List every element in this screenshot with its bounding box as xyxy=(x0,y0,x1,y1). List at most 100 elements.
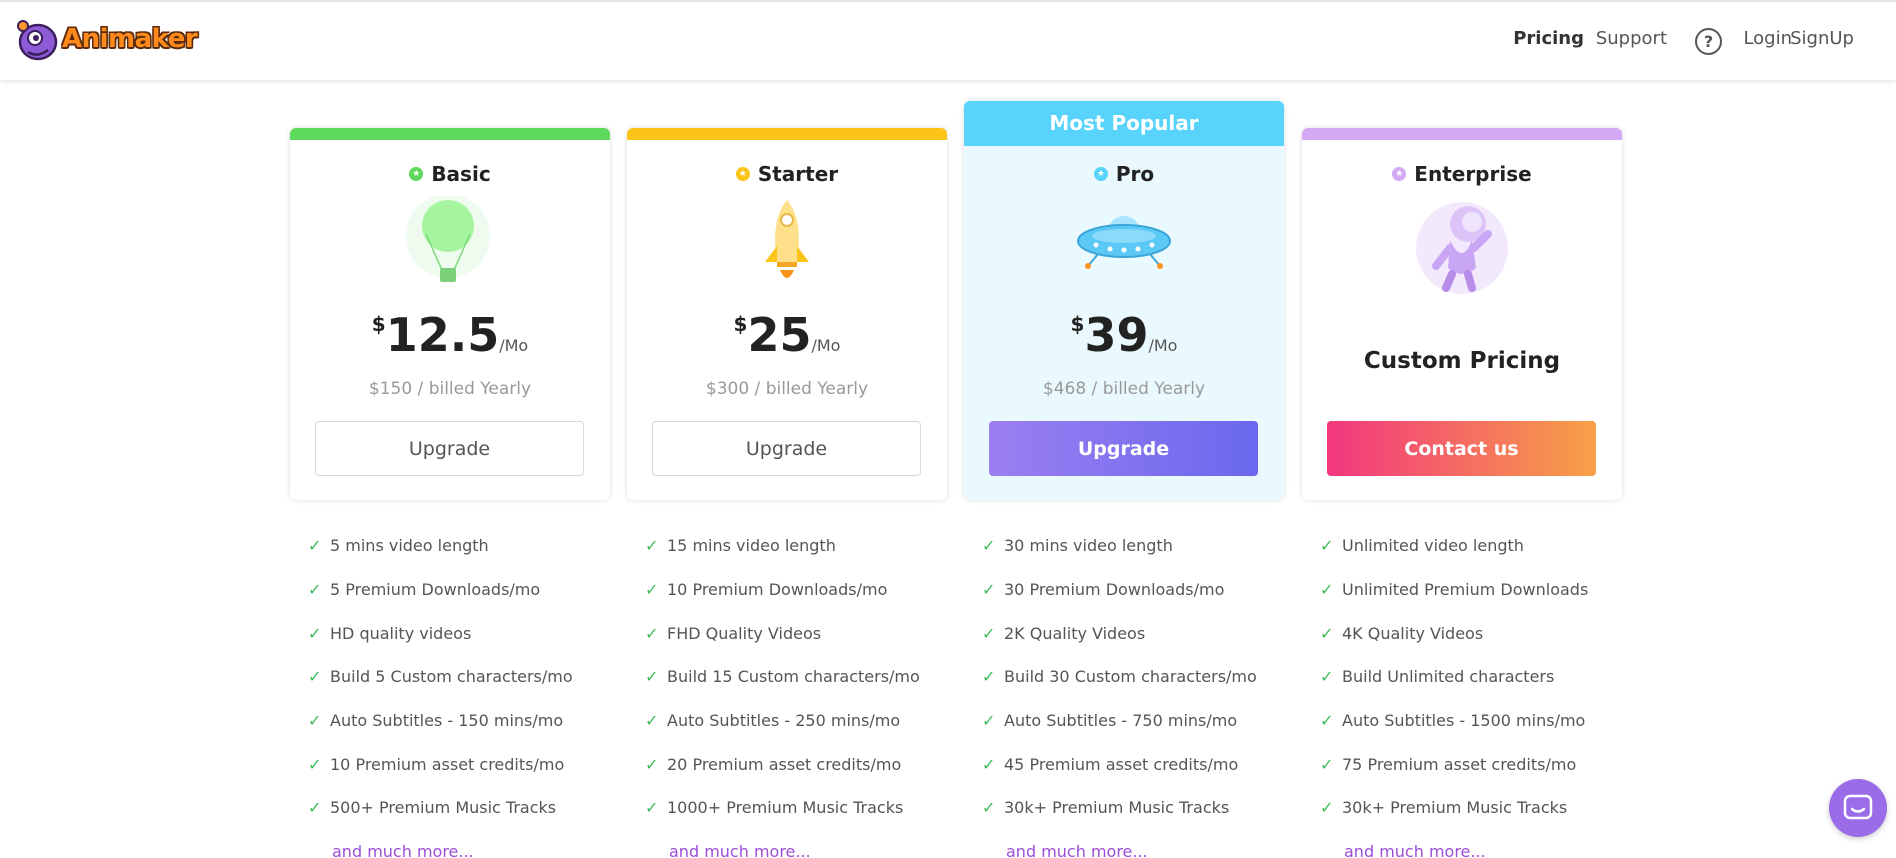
list-item: ✓ Build 15 Custom characters/mo xyxy=(627,655,947,699)
feature-text: 4K Quality Videos xyxy=(1342,623,1484,643)
feature-text: HD quality videos xyxy=(330,623,472,643)
plan-name: Pro xyxy=(1115,162,1155,186)
feature-text: Build 5 Custom characters/mo xyxy=(330,667,573,687)
and-much-more-link[interactable]: and much more... xyxy=(627,830,947,858)
feature-text: 10 Premium asset credits/mo xyxy=(330,754,565,774)
feature-text: Auto Subtitles - 1500 mins/mo xyxy=(1342,711,1586,731)
plan-title: ★ Pro xyxy=(964,162,1284,186)
feature-list-starter: ✓ 15 mins video length ✓ 10 Premium Downlo… xyxy=(627,524,947,858)
upgrade-button[interactable]: Upgrade xyxy=(652,421,921,476)
star-badge-icon: ★ xyxy=(1392,167,1407,181)
check-icon: ✓ xyxy=(645,623,659,643)
list-item: ✓ 2K Quality Videos xyxy=(964,611,1284,655)
check-icon: ✓ xyxy=(645,798,659,818)
plan-name: Basic xyxy=(431,162,491,186)
check-icon: ✓ xyxy=(982,536,996,556)
plan-accent-bar xyxy=(1302,128,1622,140)
contact-us-button[interactable]: Contact us xyxy=(1327,421,1596,476)
plan-card-starter: ★ Starter $25/Mo $300 / billed Yearly Up… xyxy=(627,128,947,500)
list-item: ✓ Build 5 Custom characters/mo xyxy=(290,655,610,699)
animaker-mascot-icon xyxy=(17,20,58,61)
check-icon: ✓ xyxy=(982,754,996,774)
feature-text: 75 Premium asset credits/mo xyxy=(1342,754,1577,774)
feature-list-pro: ✓ 30 mins video length ✓ 30 Premium Downlo… xyxy=(964,524,1284,858)
help-icon[interactable]: ? xyxy=(1695,28,1722,55)
check-icon: ✓ xyxy=(1320,754,1334,774)
check-icon: ✓ xyxy=(308,711,322,731)
feature-text: Auto Subtitles - 150 mins/mo xyxy=(330,711,564,731)
list-item: ✓ HD quality videos xyxy=(290,611,610,655)
rocket-icon xyxy=(765,200,809,278)
check-icon: ✓ xyxy=(645,754,659,774)
check-icon: ✓ xyxy=(1320,798,1334,818)
check-icon: ✓ xyxy=(982,667,996,687)
feature-text: FHD Quality Videos xyxy=(667,623,822,643)
price-currency: $ xyxy=(1070,312,1085,336)
nav-login[interactable]: Login xyxy=(1743,28,1792,49)
feature-text: 15 mins video length xyxy=(667,536,836,556)
check-icon: ✓ xyxy=(645,667,659,687)
check-icon: ✓ xyxy=(308,536,322,556)
list-item: ✓ 75 Premium asset credits/mo xyxy=(1302,742,1622,786)
top-header: Animaker Pricing Support ? Login SignUp xyxy=(0,0,1896,80)
star-badge-icon: ★ xyxy=(1093,167,1108,181)
and-much-more-link[interactable]: and much more... xyxy=(964,830,1284,858)
list-item: ✓ 30 mins video length xyxy=(964,524,1284,568)
price-currency: $ xyxy=(371,312,386,336)
check-icon: ✓ xyxy=(982,798,996,818)
list-item: ✓ Unlimited Premium Downloads xyxy=(1302,568,1622,612)
feature-text: Build 30 Custom characters/mo xyxy=(1004,667,1257,687)
check-icon: ✓ xyxy=(982,623,996,643)
list-item: ✓ 5 Premium Downloads/mo xyxy=(290,568,610,612)
upgrade-button[interactable]: Upgrade xyxy=(315,421,584,476)
list-item: ✓ 4K Quality Videos xyxy=(1302,611,1622,655)
feature-text: 500+ Premium Music Tracks xyxy=(330,798,557,818)
animaker-logo[interactable]: Animaker xyxy=(14,16,198,62)
list-item: ✓ 20 Premium asset credits/mo xyxy=(627,742,947,786)
chat-icon xyxy=(1843,794,1873,820)
list-item: ✓ 30k+ Premium Music Tracks xyxy=(1302,786,1622,830)
list-item: ✓ Auto Subtitles - 1500 mins/mo xyxy=(1302,699,1622,743)
list-item: ✓ 5 mins video length xyxy=(290,524,610,568)
feature-text: 30 mins video length xyxy=(1004,536,1173,556)
list-item: ✓ Unlimited video length xyxy=(1302,524,1622,568)
custom-pricing: Custom Pricing xyxy=(1363,348,1561,374)
price-amount: 39 xyxy=(1084,308,1149,362)
check-icon: ✓ xyxy=(982,711,996,731)
plan-card-enterprise: ★ Enterprise Custom Pricing Contact us xyxy=(1302,128,1622,500)
feature-text: 45 Premium asset credits/mo xyxy=(1004,754,1239,774)
check-icon: ✓ xyxy=(1320,623,1334,643)
plan-accent-bar xyxy=(290,128,610,140)
feature-text: 5 mins video length xyxy=(330,536,489,556)
list-item: ✓ Auto Subtitles - 250 mins/mo xyxy=(627,699,947,743)
list-item: ✓ 15 mins video length xyxy=(627,524,947,568)
plan-title: ★ Starter xyxy=(627,162,947,186)
and-much-more-link[interactable]: and much more... xyxy=(1302,830,1622,858)
list-item: ✓ 30 Premium Downloads/mo xyxy=(964,568,1284,612)
and-much-more-link[interactable]: and much more... xyxy=(290,830,610,858)
list-item: ✓ 500+ Premium Music Tracks xyxy=(290,786,610,830)
price-period: /Mo xyxy=(1148,336,1178,355)
ufo-icon xyxy=(1077,216,1171,269)
list-item: ✓ 45 Premium asset credits/mo xyxy=(964,742,1284,786)
astronaut-icon xyxy=(1416,202,1508,294)
list-item: ✓ 10 Premium Downloads/mo xyxy=(627,568,947,612)
price-amount: 12.5 xyxy=(385,308,500,362)
billed-yearly: $150 / billed Yearly xyxy=(368,379,532,399)
feature-text: 30k+ Premium Music Tracks xyxy=(1004,798,1230,818)
most-popular-badge: Most Popular xyxy=(964,101,1284,146)
price-amount: 25 xyxy=(747,308,812,362)
feature-text: 30k+ Premium Music Tracks xyxy=(1342,798,1568,818)
feature-text: Auto Subtitles - 750 mins/mo xyxy=(1004,711,1238,731)
check-icon: ✓ xyxy=(645,580,659,600)
logo-text: Animaker xyxy=(62,24,198,54)
chat-launcher-button[interactable] xyxy=(1829,779,1887,837)
nav-support[interactable]: Support xyxy=(1596,28,1667,49)
nav-pricing[interactable]: Pricing xyxy=(1513,28,1584,49)
feature-list-basic: ✓ 5 mins video length ✓ 5 Premium Download… xyxy=(290,524,610,858)
billed-yearly: $468 / billed Yearly xyxy=(1042,379,1206,399)
upgrade-button[interactable]: Upgrade xyxy=(989,421,1258,476)
check-icon: ✓ xyxy=(1320,667,1334,687)
feature-text: 20 Premium asset credits/mo xyxy=(667,754,902,774)
nav-signup[interactable]: SignUp xyxy=(1790,28,1854,49)
